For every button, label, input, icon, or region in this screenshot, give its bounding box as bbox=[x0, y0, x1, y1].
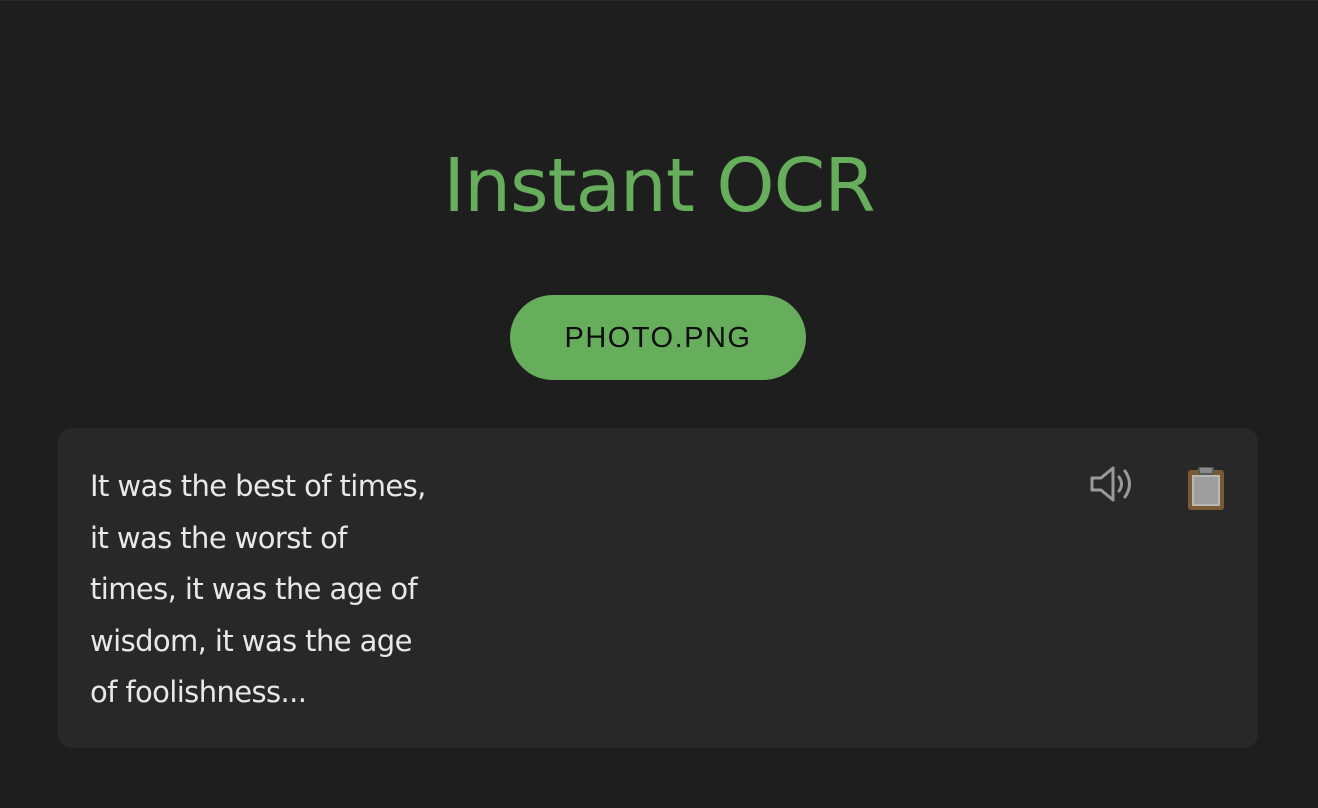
ocr-result-text: It was the best of times, it was the wor… bbox=[90, 469, 426, 709]
ocr-result-panel: It was the best of times, it was the wor… bbox=[58, 428, 1258, 748]
copy-text-button[interactable] bbox=[1184, 464, 1228, 512]
app-window: Instant OCR PHOTO.PNG It was the best of… bbox=[0, 0, 1318, 808]
clipboard-icon bbox=[1188, 467, 1224, 510]
speaker-icon bbox=[1090, 466, 1131, 502]
page-title: Instant OCR bbox=[443, 143, 875, 229]
file-select-button[interactable]: PHOTO.PNG bbox=[510, 295, 806, 380]
read-aloud-button[interactable] bbox=[1088, 464, 1140, 504]
